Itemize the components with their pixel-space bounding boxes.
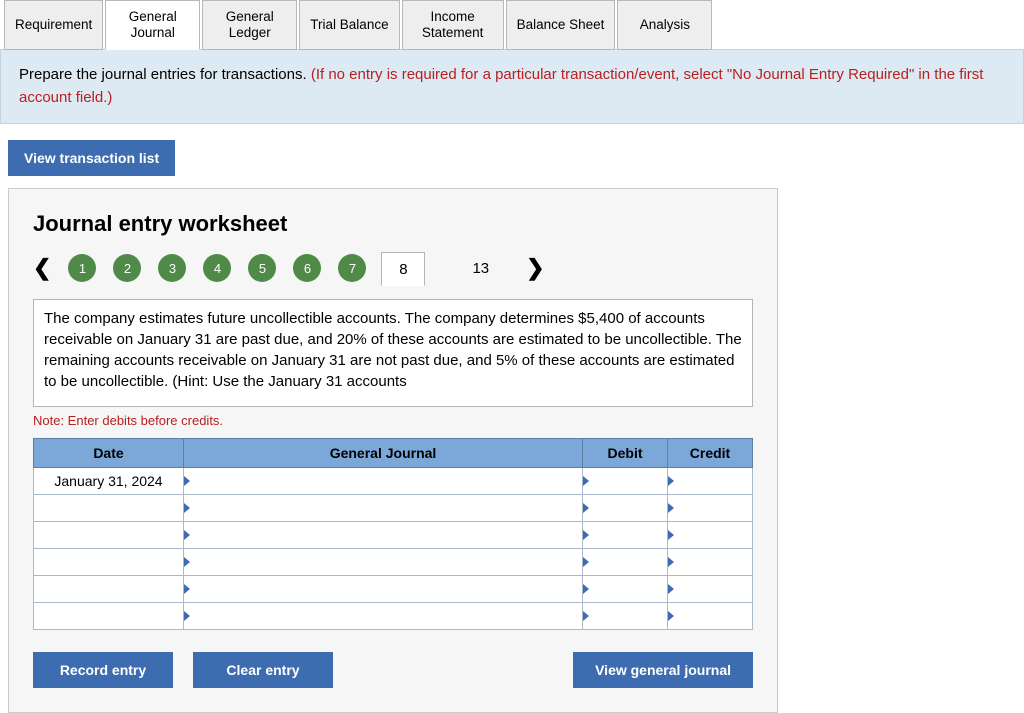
cell-debit[interactable] — [583, 468, 668, 495]
cell-credit[interactable] — [668, 603, 753, 630]
tab-balance-sheet[interactable]: Balance Sheet — [506, 0, 616, 50]
entry-stepper: ❮ 1 2 3 4 5 6 7 8 13 ❯ — [33, 251, 753, 285]
view-general-journal-button[interactable]: View general journal — [573, 652, 753, 688]
cell-date[interactable]: January 31, 2024 — [34, 468, 184, 495]
cell-debit[interactable] — [583, 603, 668, 630]
clear-entry-button[interactable]: Clear entry — [193, 652, 333, 688]
journal-entry-rows: January 31, 2024 — [34, 468, 753, 630]
cell-debit[interactable] — [583, 549, 668, 576]
journal-entry-table: Date General Journal Debit Credit Januar… — [33, 438, 753, 630]
journal-entry-worksheet: Journal entry worksheet ❮ 1 2 3 4 5 6 7 … — [8, 188, 778, 713]
table-row — [34, 522, 753, 549]
step-1[interactable]: 1 — [68, 254, 96, 282]
cell-account[interactable] — [184, 603, 583, 630]
worksheet-title: Journal entry worksheet — [33, 211, 753, 237]
step-total: 13 — [472, 260, 489, 277]
tab-label: General Journal — [118, 9, 188, 41]
tab-general-journal[interactable]: General Journal — [105, 0, 200, 50]
col-date: Date — [34, 439, 184, 468]
step-7[interactable]: 7 — [338, 254, 366, 282]
col-debit: Debit — [583, 439, 668, 468]
cell-credit[interactable] — [668, 549, 753, 576]
tab-requirement[interactable]: Requirement — [4, 0, 103, 50]
tab-label: Income Statement — [413, 9, 493, 41]
cell-debit[interactable] — [583, 576, 668, 603]
cell-date[interactable] — [34, 549, 184, 576]
cell-account[interactable] — [184, 576, 583, 603]
table-row: January 31, 2024 — [34, 468, 753, 495]
cell-credit[interactable] — [668, 468, 753, 495]
cell-date[interactable] — [34, 576, 184, 603]
tab-trial-balance[interactable]: Trial Balance — [299, 0, 399, 50]
table-row — [34, 495, 753, 522]
table-row — [34, 603, 753, 630]
cell-date[interactable] — [34, 495, 184, 522]
cell-debit[interactable] — [583, 495, 668, 522]
instruction-text: Prepare the journal entries for transact… — [19, 66, 311, 83]
debits-before-credits-note: Note: Enter debits before credits. — [33, 413, 753, 428]
tab-income-statement[interactable]: Income Statement — [402, 0, 504, 50]
cell-account[interactable] — [184, 495, 583, 522]
chevron-right-icon[interactable]: ❯ — [510, 255, 544, 281]
instruction-banner: Prepare the journal entries for transact… — [0, 49, 1024, 124]
top-tabs: Requirement General Journal General Ledg… — [0, 0, 1024, 50]
cell-credit[interactable] — [668, 522, 753, 549]
cell-date[interactable] — [34, 522, 184, 549]
step-3[interactable]: 3 — [158, 254, 186, 282]
cell-account[interactable] — [184, 522, 583, 549]
spacer — [353, 652, 553, 688]
table-row — [34, 549, 753, 576]
table-row — [34, 576, 753, 603]
step-4[interactable]: 4 — [203, 254, 231, 282]
col-general-journal: General Journal — [184, 439, 583, 468]
view-transaction-list-button[interactable]: View transaction list — [8, 140, 175, 176]
cell-credit[interactable] — [668, 495, 753, 522]
transaction-description: The company estimates future uncollectib… — [33, 299, 753, 407]
cell-debit[interactable] — [583, 522, 668, 549]
step-current[interactable]: 8 — [381, 252, 425, 286]
cell-credit[interactable] — [668, 576, 753, 603]
tab-general-ledger[interactable]: General Ledger — [202, 0, 297, 50]
tab-label: General Ledger — [215, 9, 285, 41]
step-2[interactable]: 2 — [113, 254, 141, 282]
chevron-left-icon[interactable]: ❮ — [33, 255, 59, 281]
worksheet-button-bar: Record entry Clear entry View general jo… — [33, 652, 753, 688]
cell-account[interactable] — [184, 468, 583, 495]
tab-analysis[interactable]: Analysis — [617, 0, 712, 50]
cell-date[interactable] — [34, 603, 184, 630]
record-entry-button[interactable]: Record entry — [33, 652, 173, 688]
step-5[interactable]: 5 — [248, 254, 276, 282]
step-6[interactable]: 6 — [293, 254, 321, 282]
col-credit: Credit — [668, 439, 753, 468]
cell-account[interactable] — [184, 549, 583, 576]
